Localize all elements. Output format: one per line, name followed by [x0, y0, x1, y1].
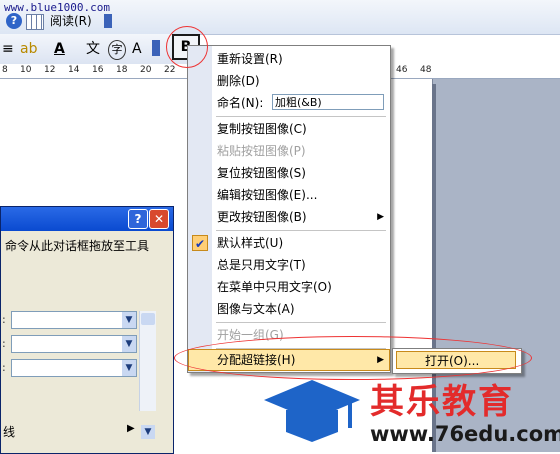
ruler-tick: 8 — [2, 65, 8, 75]
checkmark-icon: ✔ — [192, 235, 208, 251]
document-map-icon[interactable] — [26, 14, 44, 30]
align-icon[interactable]: ≡ — [2, 40, 14, 58]
phonetic-guide-icon[interactable]: 文 — [86, 40, 100, 58]
read-button[interactable]: 阅读(R) — [46, 11, 96, 31]
name-input[interactable]: 加粗(&B) — [272, 94, 384, 110]
button-context-menu: 重新设置(R) 删除(D) 命名(N): 加粗(&B) 复制按钮图像(C) 粘贴… — [187, 45, 391, 373]
highlight-icon[interactable]: ab — [20, 40, 37, 58]
standard-toolbar: www.blue1000.com ? 阅读(R) — [0, 0, 560, 35]
combo-label-colon: : — [2, 313, 6, 326]
menu-item-change-image[interactable]: 更改按钮图像(B) ▶ — [188, 206, 390, 228]
combo-label-colon: : — [2, 337, 6, 350]
dialog-list-text: 线 — [3, 425, 16, 439]
scroll-down-icon[interactable]: ▼ — [141, 425, 155, 439]
command-combo[interactable]: ▼ — [11, 335, 137, 353]
menu-item-text-only-menus[interactable]: 在菜单中只用文字(O) — [188, 276, 390, 298]
logo-title: 其乐教育 — [370, 382, 514, 422]
menu-item-default-style[interactable]: ✔ 默认样式(U) — [188, 232, 390, 254]
style-combo[interactable]: ▼ — [11, 359, 137, 377]
chevron-down-icon[interactable]: ▼ — [122, 336, 136, 352]
menu-separator — [216, 322, 386, 323]
menu-item-reset-image[interactable]: 复位按钮图像(S) — [188, 162, 390, 184]
menu-separator — [216, 230, 386, 231]
ruler-tick: 22 — [164, 65, 176, 75]
menu-separator — [216, 116, 386, 117]
ruler-tick: 12 — [44, 65, 56, 75]
graduation-cap-icon — [264, 380, 360, 442]
chevron-down-icon[interactable]: ▼ — [122, 360, 136, 376]
help-icon[interactable]: ? — [6, 13, 22, 29]
play-arrow-icon[interactable]: ▶ — [127, 423, 135, 434]
font-color-icon[interactable]: A — [54, 40, 65, 58]
menu-item-image-and-text[interactable]: 图像与文本(A) — [188, 298, 390, 320]
logo-url: www.76edu.com — [370, 422, 560, 446]
submenu-arrow-icon: ▶ — [377, 212, 384, 222]
ruler-tick: 10 — [20, 65, 32, 75]
site-logo: 其乐教育 www.76edu.com — [262, 374, 560, 452]
combo-label-colon: : — [2, 361, 6, 374]
dialog-close-button[interactable]: ✕ — [149, 209, 169, 229]
menu-item-name: 命名(N): 加粗(&B) — [188, 92, 390, 114]
menu-item-reset[interactable]: 重新设置(R) — [188, 48, 390, 70]
ruler-tick: 14 — [68, 65, 80, 75]
menu-item-edit-image[interactable]: 编辑按钮图像(E)... — [188, 184, 390, 206]
customize-dialog: ? ✕ 命令从此对话框拖放至工具 : ▼ : ▼ : ▼ 线 ▶ ▼ — [0, 206, 174, 454]
menu-item-paste-image: 粘贴按钮图像(P) — [217, 144, 306, 158]
scroll-up-icon[interactable] — [141, 313, 155, 325]
ruler-tick: 16 — [92, 65, 104, 75]
dialog-scrollbar[interactable] — [139, 311, 156, 411]
menu-item-text-only-always[interactable]: 总是只用文字(T) — [188, 254, 390, 276]
enclose-characters-icon[interactable]: 字 — [108, 40, 126, 60]
ruler-tick: 18 — [116, 65, 128, 75]
character-scale-icon[interactable]: A — [132, 40, 142, 58]
chevron-down-icon[interactable]: ▼ — [122, 312, 136, 328]
menu-item-copy-image[interactable]: 复制按钮图像(C) — [188, 118, 390, 140]
dialog-help-button[interactable]: ? — [128, 209, 148, 229]
category-combo[interactable]: ▼ — [11, 311, 137, 329]
annotation-circle — [166, 26, 208, 68]
ruler-tick: 48 — [420, 65, 432, 75]
toolbar-options-chevron-icon[interactable] — [152, 40, 160, 56]
dialog-instruction-text: 命令从此对话框拖放至工具 — [5, 239, 150, 253]
menu-item-delete[interactable]: 删除(D) — [188, 70, 390, 92]
ruler-tick: 46 — [396, 65, 408, 75]
toolbar-options-chevron-icon[interactable] — [104, 14, 112, 28]
ruler-tick: 20 — [140, 65, 152, 75]
